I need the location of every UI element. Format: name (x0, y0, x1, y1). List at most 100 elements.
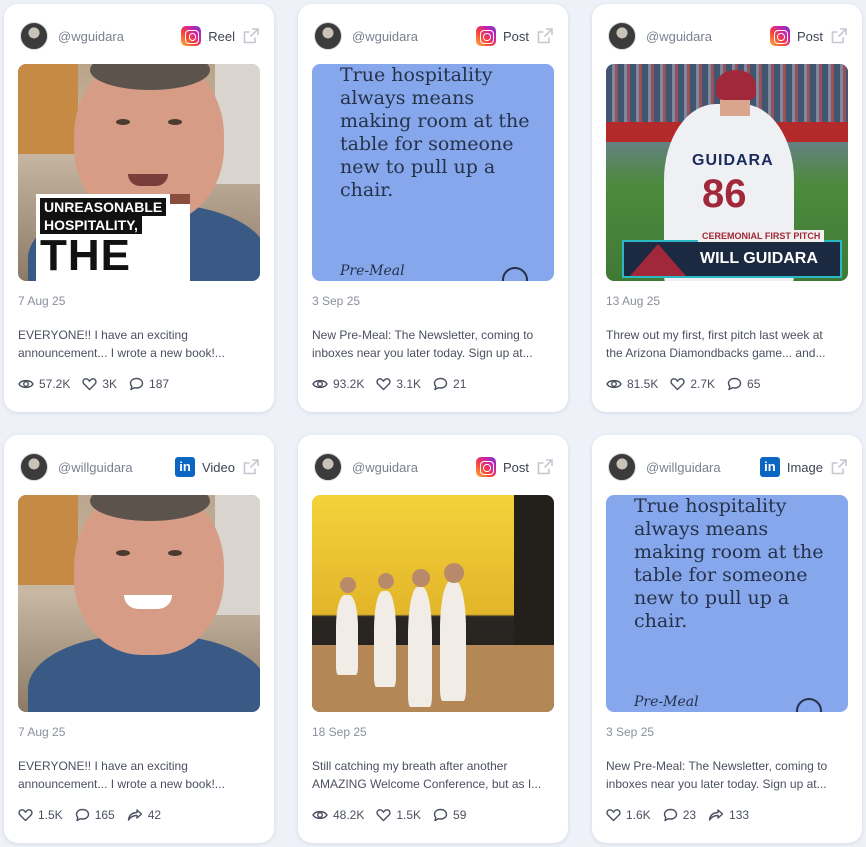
platform-badge: in Image (759, 457, 823, 477)
stat-value: 65 (747, 377, 761, 391)
post-type-label: Reel (208, 28, 235, 44)
external-link-icon[interactable] (242, 27, 260, 45)
stat-comment: 187 (129, 377, 169, 391)
linkedin-icon: in (759, 457, 780, 477)
post-card[interactable]: @wguidara Post True hospitality always m… (298, 4, 568, 412)
comment-icon (75, 808, 90, 822)
stat-comment: 165 (75, 808, 115, 822)
quote-text: True hospitality always means making roo… (634, 495, 824, 632)
post-thumbnail[interactable]: UNREASONABLE HOSPITALITY, THE (18, 64, 260, 281)
caption-line: the Arizona Diamondbacks game... and... (606, 346, 826, 360)
account-handle[interactable]: @willguidara (58, 460, 175, 475)
book-cover-overlay: UNREASONABLE HOSPITALITY, THE (36, 194, 190, 281)
avatar (314, 22, 342, 50)
post-thumbnail[interactable] (18, 495, 260, 712)
post-stats: 1.6K 23 133 (606, 808, 749, 822)
post-card[interactable]: @wguidara Post 18 Sep 25 Still catching … (298, 435, 568, 843)
stat-value: 57.2K (39, 377, 71, 391)
stat-comment: 21 (433, 377, 466, 391)
stat-value: 1.6K (626, 808, 651, 822)
post-caption: EVERYONE!! I have an exciting announceme… (18, 757, 260, 793)
quote-text: True hospitality always means making roo… (340, 64, 530, 201)
external-link-icon[interactable] (536, 27, 554, 45)
post-card[interactable]: @wguidara Reel UNREASONABLE HOSPITALITY,… (4, 4, 274, 412)
post-caption: New Pre-Meal: The Newsletter, coming to … (312, 326, 554, 362)
stat-value: 1.5K (38, 808, 63, 822)
account-handle[interactable]: @willguidara (646, 460, 760, 475)
post-card[interactable]: @willguidara in Image True hospitality a… (592, 435, 862, 843)
stat-heart: 3.1K (376, 377, 421, 391)
account-handle[interactable]: @wguidara (646, 29, 770, 44)
stat-value: 81.5K (627, 377, 659, 391)
caption-line: EVERYONE!! I have an exciting (18, 328, 188, 342)
stat-eye: 57.2K (18, 377, 70, 391)
instagram-icon (181, 26, 202, 46)
post-date: 18 Sep 25 (312, 725, 367, 739)
post-thumbnail[interactable] (312, 495, 554, 712)
caption-line: announcement... I wrote a new book!... (18, 346, 225, 360)
external-link-icon[interactable] (830, 27, 848, 45)
platform-badge: Reel (181, 26, 235, 46)
stat-eye: 93.2K (312, 377, 364, 391)
lower-third-tag: CEREMONIAL FIRST PITCH (698, 230, 825, 242)
stat-value: 21 (453, 377, 467, 391)
stat-share: 42 (127, 808, 161, 822)
stat-value: 42 (147, 808, 162, 822)
account-handle[interactable]: @wguidara (58, 29, 181, 44)
comment-icon (727, 377, 742, 391)
stat-value: 2.7K (690, 377, 716, 391)
lower-third-name: WILL GUIDARA (700, 250, 818, 267)
caption-line: Threw out my first, first pitch last wee… (606, 328, 823, 342)
platform-badge: in Video (174, 457, 235, 477)
external-link-icon[interactable] (242, 458, 260, 476)
post-card[interactable]: @wguidara Post GUIDARA 86 CEREMONIAL FIR… (592, 4, 862, 412)
stat-heart: 1.5K (376, 808, 421, 822)
heart-icon (670, 377, 685, 391)
instagram-icon (475, 26, 496, 46)
post-stats: 48.2K 1.5K 59 (312, 808, 466, 822)
post-header: @willguidara in Video (20, 451, 260, 483)
post-header: @wguidara Post (314, 20, 554, 52)
account-handle[interactable]: @wguidara (352, 460, 476, 475)
external-link-icon[interactable] (536, 458, 554, 476)
stat-value: 48.2K (333, 808, 365, 822)
stat-value: 3K (102, 377, 118, 391)
eye-icon (312, 808, 328, 822)
avatar (608, 22, 636, 50)
heart-icon (82, 377, 97, 391)
post-date: 7 Aug 25 (18, 294, 66, 308)
stat-comment: 23 (663, 808, 696, 822)
post-stats: 57.2K 3K 187 (18, 377, 169, 391)
post-thumbnail[interactable]: GUIDARA 86 CEREMONIAL FIRST PITCH WILL G… (606, 64, 848, 281)
account-handle[interactable]: @wguidara (352, 29, 476, 44)
post-header: @wguidara Post (608, 20, 848, 52)
post-stats: 1.5K 165 42 (18, 808, 161, 822)
eye-icon (18, 377, 34, 391)
quote-signature: Pre-Meal (634, 694, 699, 710)
platform-badge: Post (475, 457, 529, 477)
share-icon (127, 808, 143, 822)
book-title-line-3: THE (40, 231, 131, 280)
stat-value: 23 (682, 808, 697, 822)
linkedin-icon: in (174, 457, 195, 477)
post-caption: Still catching my breath after another A… (312, 757, 554, 793)
post-thumbnail[interactable]: True hospitality always means making roo… (312, 64, 554, 281)
post-date: 3 Sep 25 (606, 725, 655, 739)
share-icon (708, 808, 724, 822)
stat-value: 59 (453, 808, 467, 822)
stat-value: 133 (729, 808, 750, 822)
eye-icon (606, 377, 622, 391)
stat-comment: 65 (727, 377, 760, 391)
post-type-label: Image (786, 459, 823, 475)
platform-badge: Post (475, 26, 529, 46)
post-caption: EVERYONE!! I have an exciting announceme… (18, 326, 260, 362)
post-thumbnail[interactable]: True hospitality always means making roo… (606, 495, 848, 712)
caption-line: inboxes near you later today. Sign up at… (312, 346, 533, 360)
post-header: @wguidara Post (314, 451, 554, 483)
post-card[interactable]: @willguidara in Video 7 Aug 25 EVERYONE!… (4, 435, 274, 843)
comment-icon (433, 377, 448, 391)
external-link-icon[interactable] (830, 458, 848, 476)
instagram-icon (475, 457, 496, 477)
post-stats: 93.2K 3.1K 21 (312, 377, 466, 391)
caption-line: inboxes near you later today. Sign up at… (606, 777, 827, 791)
